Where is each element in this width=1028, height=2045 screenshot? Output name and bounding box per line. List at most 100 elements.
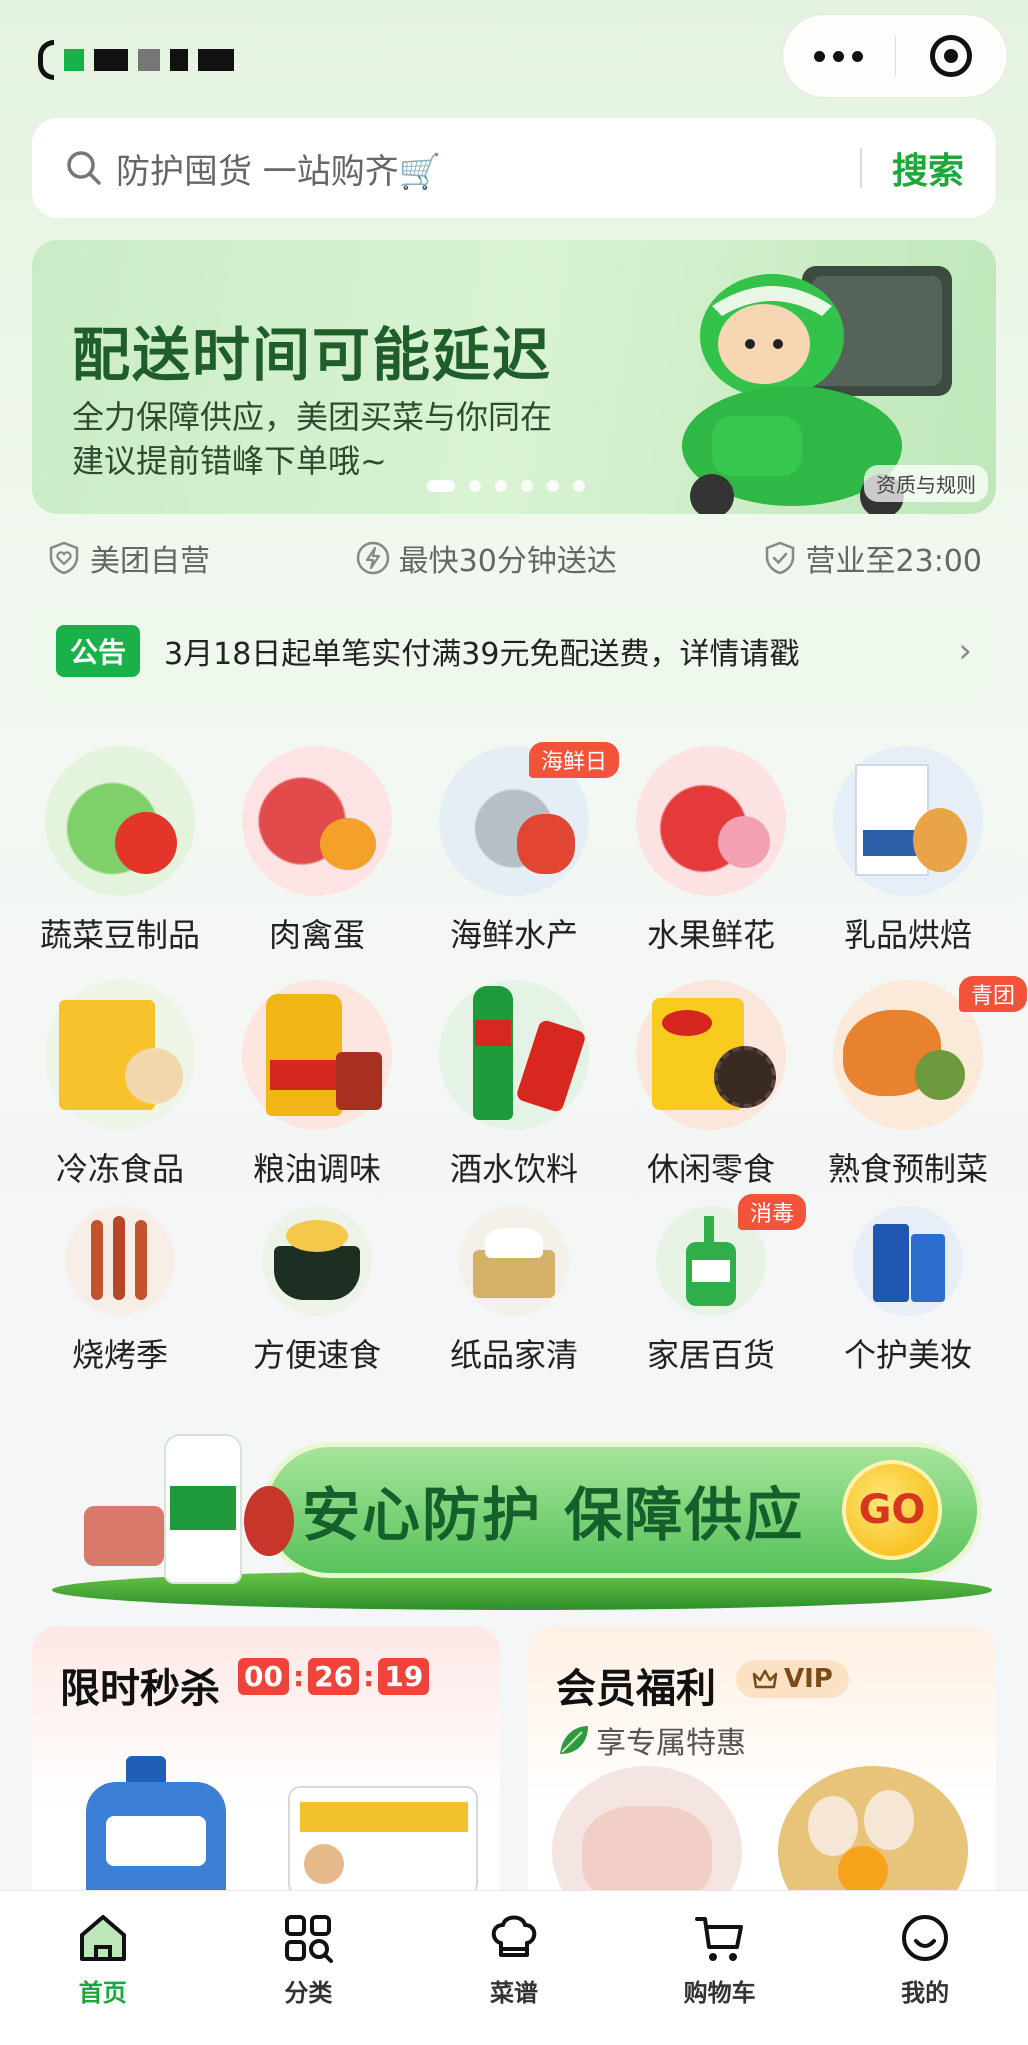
announcement-bar[interactable]: 公告 3月18日起单笔实付满39元免配送费，详情请戳 › [32,600,996,702]
category-seafood[interactable]: 海鲜日 海鲜水产 [416,742,619,956]
tissue-box-icon [459,1206,569,1316]
tab-label: 分类 [284,1979,333,2007]
member-benefits-card[interactable]: 会员福利 VIP 享专属特惠 [528,1626,996,1926]
leaf-icon [560,1726,588,1754]
category-dairy-bakery[interactable]: 乳品烘焙 [810,746,1006,956]
tab-mine[interactable]: 我的 [822,1891,1028,2045]
lightning-icon [356,541,389,575]
banner-subtitle-line1: 全力保障供应，美团买菜与你同在 [72,398,553,436]
go-button[interactable]: GO [842,1460,942,1560]
feature-fast-delivery: 最快30分钟送达 [355,536,617,580]
category-snacks[interactable]: 休闲零食 [613,980,809,1190]
close-target-icon[interactable] [896,35,1008,77]
category-bbq-season[interactable]: 烧烤季 [22,1206,218,1376]
category-frozen-food[interactable]: 冷冻食品 [22,980,218,1190]
instant-noodle-icon [262,1206,372,1316]
service-features: 美团自营 最快30分钟送达 营业至23:00 [32,528,996,588]
disinfect-badge: 消毒 [737,1194,806,1230]
tab-label: 菜谱 [489,1979,538,2007]
more-options-icon[interactable] [783,50,895,62]
category-household[interactable]: 消毒 家居百货 [613,1194,809,1376]
heart-shield-icon [49,541,79,575]
category-paper-cleaning[interactable]: 纸品家清 [416,1206,612,1376]
snack-chips-icon [636,980,786,1130]
redacted-block [138,49,160,71]
roast-chicken-icon: 青团 [833,976,1027,1130]
home-icon [79,1915,126,1961]
beverage-icon [439,980,589,1130]
milk-carton-icon [833,746,983,896]
announcement-text: 3月18日起单笔实付满39元免配送费，详情请戳 [164,637,800,672]
redacted-block [64,49,84,71]
category-label: 水果鲜花 [646,916,775,954]
tab-cart[interactable]: 购物车 [617,1891,823,2045]
category-meat-eggs[interactable]: 肉禽蛋 [219,746,415,956]
category-instant-food[interactable]: 方便速食 [219,1206,415,1376]
timer-separator: : [363,1660,375,1693]
member-title: 会员福利 [556,1666,716,1712]
category-label: 方便速食 [252,1336,381,1374]
search-bar[interactable]: 防护囤货 一站购齐🛒 搜索 [32,118,996,218]
feature-label: 营业至23:00 [805,544,982,579]
cart-icon [694,1917,743,1961]
banner-subtitle-line2: 建议提前错峰下单哦~ [72,442,387,480]
strawberry-icon [636,746,786,896]
hand-soap-icon: 消毒 [656,1194,806,1316]
category-label: 蔬菜豆制品 [39,916,200,954]
app-title-redacted [38,30,234,90]
vip-label: VIP [784,1664,833,1694]
skewers-icon [65,1206,175,1316]
egg-box-image[interactable] [288,1786,478,1896]
category-label: 个护美妆 [843,1336,972,1374]
crown-icon [752,1669,778,1689]
vegetables-icon [45,746,195,896]
flash-sale-card[interactable]: 限时秒杀 00 : 26 : 19 [32,1626,500,1926]
top-bar [0,0,1028,115]
smile-icon [902,1915,949,1961]
category-label: 粮油调味 [252,1150,381,1188]
search-button[interactable]: 搜索 [892,142,964,194]
category-drinks[interactable]: 酒水饮料 [416,980,612,1190]
check-shield-icon [765,541,794,575]
seafood-day-badge: 海鲜日 [528,742,619,778]
tab-home[interactable]: 首页 [0,1891,206,2045]
product-pile-illustration [44,1426,294,1586]
category-grain-oil[interactable]: 粮油调味 [219,980,415,1190]
carousel-indicator[interactable] [427,480,585,492]
qualification-rules-link[interactable]: 资质与规则 [864,465,988,502]
redacted-block [198,49,234,71]
timer-minutes: 26 [308,1658,360,1695]
category-row-2: 冷冻食品 粮油调味 酒水饮料 休闲零食 青团 熟食预制菜 [22,976,1027,1190]
category-icon [285,1915,334,1963]
category-label: 烧烤季 [71,1336,168,1374]
category-fruits-flowers[interactable]: 水果鲜花 [613,746,809,956]
search-placeholder[interactable]: 防护囤货 一站购齐🛒 [116,144,860,193]
category-label: 肉禽蛋 [268,916,365,954]
redacted-block [170,49,188,71]
chevron-right-icon: › [958,631,972,671]
category-row-1: 蔬菜豆制品 肉禽蛋 海鲜日 海鲜水产 水果鲜花 乳品烘焙 [22,742,1006,956]
category-vegetables[interactable]: 蔬菜豆制品 [22,746,218,956]
meat-icon [242,746,392,896]
category-personal-care[interactable]: 个护美妆 [810,1206,1006,1376]
app-logo-icon [38,40,54,80]
delivery-delay-banner[interactable]: 配送时间可能延迟 全力保障供应，美团买菜与你同在 建议提前错峰下单哦~ 资质与规… [32,240,996,514]
feature-label: 最快30分钟送达 [398,544,617,579]
announcement-tag: 公告 [56,625,141,677]
tab-recipes[interactable]: 菜谱 [411,1891,617,2045]
category-label: 纸品家清 [449,1336,578,1374]
category-label: 熟食预制菜 [827,1150,988,1188]
mini-program-capsule [782,14,1008,98]
timer-seconds: 19 [378,1658,430,1695]
countdown-timer: 00 : 26 : 19 [238,1658,430,1695]
tab-category[interactable]: 分类 [206,1891,412,2045]
category-label: 酒水饮料 [449,1150,578,1188]
vip-badge: VIP [736,1660,849,1698]
feature-business-hours: 营业至23:00 [762,536,982,580]
timer-hours: 00 [238,1658,289,1695]
banner-title: 配送时间可能延迟 [72,321,553,389]
chef-hat-icon [491,1915,537,1957]
category-cooked-food[interactable]: 青团 熟食预制菜 [810,976,1027,1190]
safe-protection-promo-banner[interactable]: 安心防护 保障供应 GO [32,1420,996,1610]
search-icon [67,151,101,185]
